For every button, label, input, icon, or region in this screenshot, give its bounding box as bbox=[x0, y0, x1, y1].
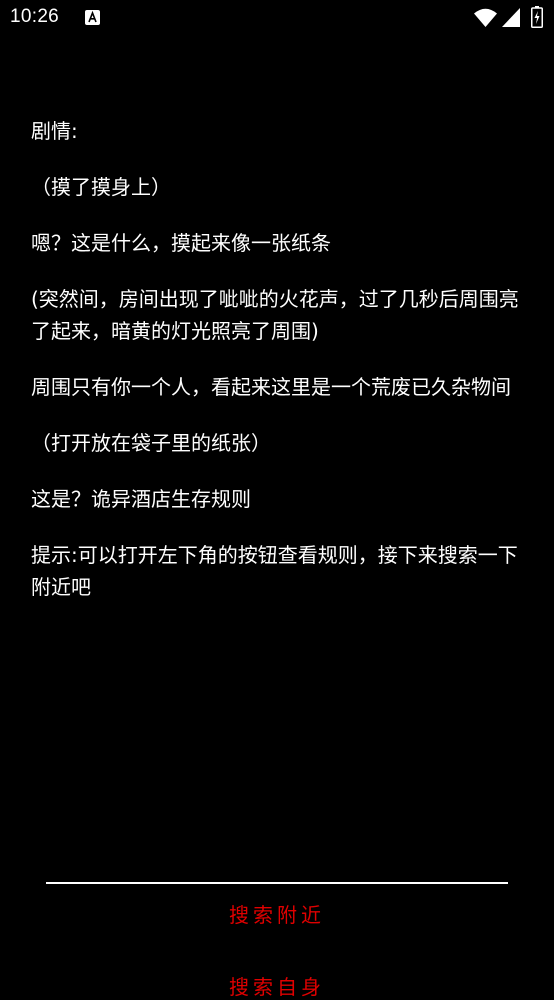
search-nearby-button[interactable]: 搜索附近 bbox=[0, 899, 554, 928]
story-heading: 剧情: bbox=[31, 119, 78, 143]
signal-icon bbox=[502, 8, 520, 27]
status-bar: 10:26 bbox=[0, 0, 554, 38]
story-line: (突然间，房间出现了呲呲的火花声，过了几秒后周围亮了起来，暗黄的灯光照亮了周围) bbox=[31, 287, 519, 343]
story-panel: 剧情: （摸了摸身上） 嗯？这是什么，摸起来像一张纸条 (突然间，房间出现了呲呲… bbox=[31, 115, 521, 627]
wifi-icon bbox=[474, 8, 497, 27]
battery-charging-icon bbox=[531, 6, 543, 28]
story-line: （打开放在袋子里的纸张） bbox=[31, 431, 271, 455]
divider bbox=[46, 882, 508, 884]
story-line: （摸了摸身上） bbox=[31, 175, 171, 199]
status-time: 10:26 bbox=[10, 6, 60, 27]
story-line: 周围只有你一个人，看起来这里是一个荒废已久杂物间 bbox=[31, 375, 511, 399]
search-self-button[interactable]: 搜索自身 bbox=[0, 971, 554, 1000]
story-line: 嗯？这是什么，摸起来像一张纸条 bbox=[31, 231, 331, 255]
story-hint: 提示:可以打开左下角的按钮查看规则，接下来搜索一下附近吧 bbox=[31, 543, 518, 599]
text-a-icon bbox=[85, 10, 100, 25]
story-line: 这是？诡异酒店生存规则 bbox=[31, 487, 251, 511]
